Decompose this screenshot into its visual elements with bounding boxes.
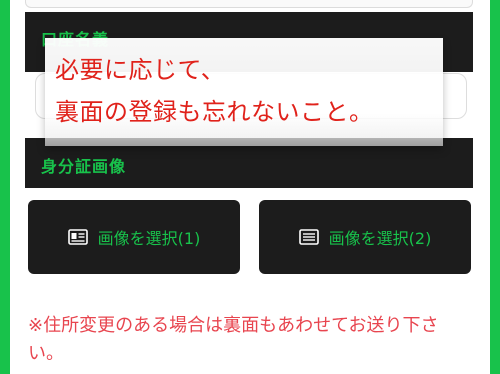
- id-images-title: 身分証画像: [41, 157, 127, 176]
- instruction-overlay: 必要に応じて、 裏面の登録も忘れないこと。: [45, 38, 443, 146]
- select-image-2-label: 画像を選択(2): [328, 229, 432, 248]
- id-card-icon: [67, 229, 88, 245]
- select-image-2-button[interactable]: 画像を選択(2): [259, 200, 471, 274]
- document-icon: [298, 229, 319, 245]
- overlay-line-1: 必要に応じて、: [55, 56, 226, 84]
- select-image-1-label: 画像を選択(1): [97, 229, 201, 248]
- overlay-line-2: 裏面の登録も忘れないこと。: [55, 98, 374, 126]
- address-change-notice: ※住所変更のある場合は裏面もあわせてお送り下さい。: [28, 315, 439, 364]
- select-image-1-button[interactable]: 画像を選択(1): [28, 200, 240, 274]
